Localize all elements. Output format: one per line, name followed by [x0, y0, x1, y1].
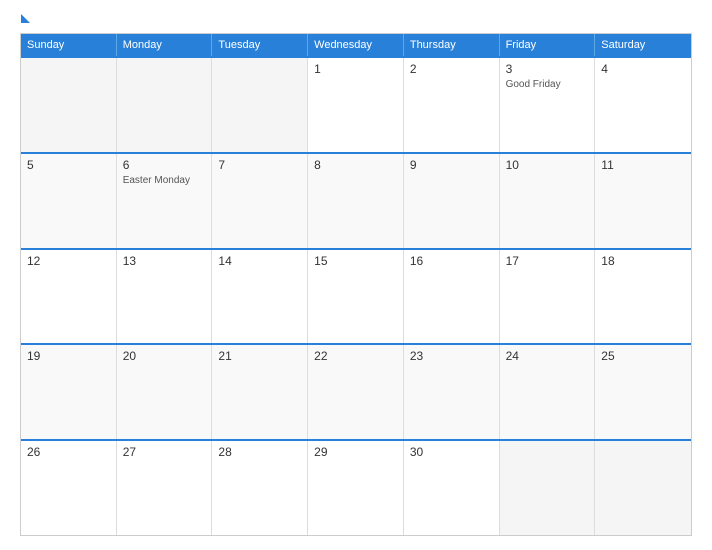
day-cell [595, 441, 691, 535]
day-cell: 25 [595, 345, 691, 439]
day-number: 13 [123, 254, 206, 268]
day-number: 6 [123, 158, 206, 172]
calendar-grid: SundayMondayTuesdayWednesdayThursdayFrid… [20, 33, 692, 536]
day-number: 21 [218, 349, 301, 363]
day-cell: 6 Easter Monday [117, 154, 213, 248]
day-number: 27 [123, 445, 206, 459]
day-cell: 14 [212, 250, 308, 344]
day-number: 23 [410, 349, 493, 363]
day-cell: 24 [500, 345, 596, 439]
day-cell: 27 [117, 441, 213, 535]
day-number: 29 [314, 445, 397, 459]
day-cell: 29 [308, 441, 404, 535]
day-cell: 21 [212, 345, 308, 439]
day-cell: 20 [117, 345, 213, 439]
logo-triangle-icon [21, 14, 30, 23]
day-number: 15 [314, 254, 397, 268]
day-header-thursday: Thursday [404, 34, 500, 56]
day-cell: 13 [117, 250, 213, 344]
week-row-2: 56 Easter Monday 789 10 11 [21, 152, 691, 248]
day-cell: 2 [404, 58, 500, 152]
calendar-weeks: 123Good Friday456Easter Monday7891011121… [21, 56, 691, 535]
day-number: 17 [506, 254, 589, 268]
day-cell: 23 [404, 345, 500, 439]
day-number: 26 [27, 445, 110, 459]
day-number: 16 [410, 254, 493, 268]
day-header-wednesday: Wednesday [308, 34, 404, 56]
day-cell: 19 [21, 345, 117, 439]
week-row-5: 26 27 28 29 30 [21, 439, 691, 535]
holiday-label: Easter Monday [123, 175, 206, 186]
day-cell: 10 [500, 154, 596, 248]
page-header [20, 18, 692, 23]
day-number: 22 [314, 349, 397, 363]
day-header-friday: Friday [500, 34, 596, 56]
day-cell: 16 [404, 250, 500, 344]
day-cell: 28 [212, 441, 308, 535]
day-header-saturday: Saturday [595, 34, 691, 56]
calendar-page: SundayMondayTuesdayWednesdayThursdayFrid… [0, 0, 712, 550]
day-number: 30 [410, 445, 493, 459]
day-cell: 3 Good Friday [500, 58, 596, 152]
day-number: 24 [506, 349, 589, 363]
day-cell: 1 [308, 58, 404, 152]
day-cell: 4 [595, 58, 691, 152]
day-number: 14 [218, 254, 301, 268]
day-headers-row: SundayMondayTuesdayWednesdayThursdayFrid… [21, 34, 691, 56]
day-number: 20 [123, 349, 206, 363]
day-cell: 18 [595, 250, 691, 344]
week-row-3: 12 13 14 15 16 17 18 [21, 248, 691, 344]
week-row-1: 123 Good Friday 4 [21, 56, 691, 152]
day-number: 1 [314, 62, 397, 76]
day-number: 28 [218, 445, 301, 459]
day-cell: 22 [308, 345, 404, 439]
day-cell: 12 [21, 250, 117, 344]
day-cell: 17 [500, 250, 596, 344]
day-number: 7 [218, 158, 301, 172]
day-number: 4 [601, 62, 685, 76]
day-number: 9 [410, 158, 493, 172]
day-cell: 5 [21, 154, 117, 248]
day-number: 5 [27, 158, 110, 172]
day-number: 12 [27, 254, 110, 268]
holiday-label: Good Friday [506, 79, 589, 90]
day-cell: 9 [404, 154, 500, 248]
day-number: 25 [601, 349, 685, 363]
day-cell: 15 [308, 250, 404, 344]
day-number: 10 [506, 158, 589, 172]
day-number: 3 [506, 62, 589, 76]
week-row-4: 19 20 21 22 23 24 25 [21, 343, 691, 439]
day-cell: 26 [21, 441, 117, 535]
day-cell: 7 [212, 154, 308, 248]
day-number: 8 [314, 158, 397, 172]
day-header-monday: Monday [117, 34, 213, 56]
day-header-sunday: Sunday [21, 34, 117, 56]
day-cell [500, 441, 596, 535]
day-cell [21, 58, 117, 152]
day-cell: 30 [404, 441, 500, 535]
day-cell: 8 [308, 154, 404, 248]
day-cell [117, 58, 213, 152]
day-number: 19 [27, 349, 110, 363]
logo [20, 18, 30, 23]
day-header-tuesday: Tuesday [212, 34, 308, 56]
day-number: 11 [601, 158, 685, 172]
day-number: 18 [601, 254, 685, 268]
day-cell [212, 58, 308, 152]
day-number: 2 [410, 62, 493, 76]
day-cell: 11 [595, 154, 691, 248]
